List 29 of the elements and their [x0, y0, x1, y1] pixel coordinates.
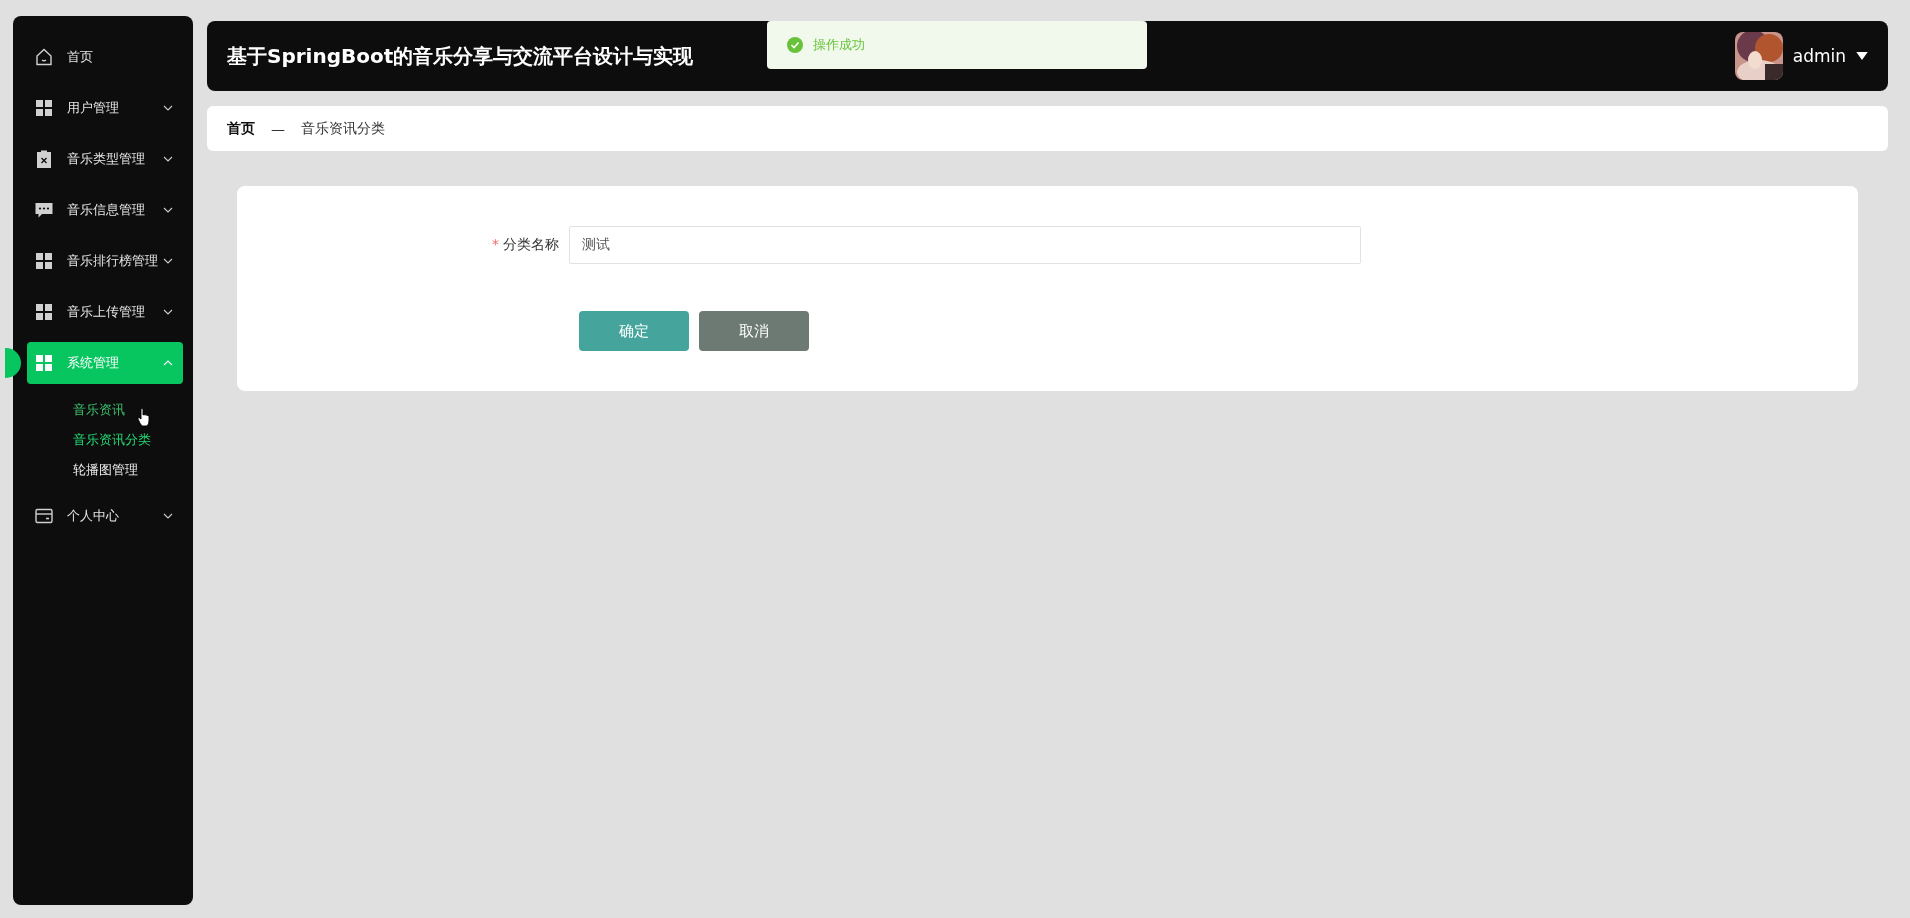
grid-icon [34, 353, 54, 373]
breadcrumb-separator: — [271, 120, 285, 137]
home-icon [34, 47, 54, 67]
field-label: * 分类名称 [491, 236, 560, 254]
grid-icon [34, 251, 54, 271]
card-icon [34, 506, 54, 526]
app-title: 基于SpringBoot的音乐分享与交流平台设计与实现 [227, 42, 694, 70]
clipboard-icon [34, 149, 54, 169]
breadcrumb-item[interactable]: 首页 [227, 119, 255, 138]
cancel-button[interactable]: 取消 [699, 311, 809, 351]
caret-icon[interactable] [1856, 52, 1868, 60]
input-field[interactable]: 测试 [569, 226, 1361, 264]
menu-item[interactable]: 音乐上传管理 [27, 291, 183, 333]
menu-item[interactable]: 音乐类型管理 [27, 138, 183, 180]
grid-icon [34, 302, 54, 322]
menu-item[interactable]: 音乐排行榜管理 [27, 240, 183, 282]
success-icon [787, 37, 803, 53]
menu-item[interactable]: 个人中心 [27, 495, 183, 537]
submenu-item[interactable]: 音乐资讯 [73, 395, 125, 425]
submenu-item[interactable]: 音乐资讯分类 [73, 425, 151, 455]
grid-icon [34, 98, 54, 118]
menu-item[interactable]: 首页 [27, 36, 183, 78]
menu-item[interactable]: 用户管理 [27, 87, 183, 129]
menu-item[interactable]: 音乐信息管理 [27, 189, 183, 231]
breadcrumb-item: 音乐资讯分类 [301, 119, 385, 138]
submenu-item[interactable]: 轮播图管理 [73, 455, 138, 485]
toast-message: 操作成功 [813, 36, 865, 54]
user-name[interactable]: admin [1792, 46, 1846, 66]
chat-icon [34, 200, 54, 220]
